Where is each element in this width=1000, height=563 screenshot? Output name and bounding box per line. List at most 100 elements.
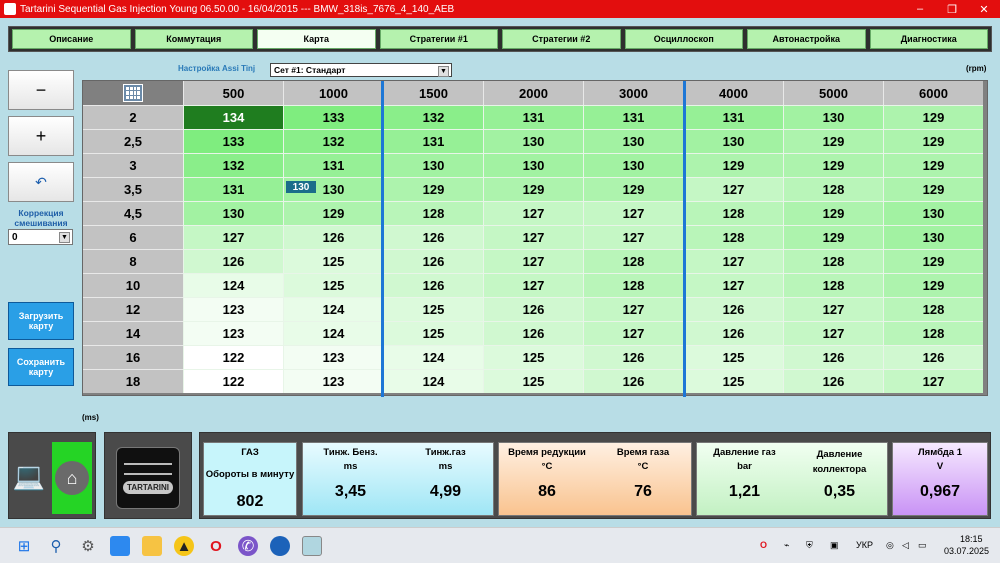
rpm-column-header[interactable]: 4000 (683, 81, 783, 105)
map-cell[interactable]: 127 (583, 201, 683, 225)
usb-tray-icon[interactable]: ⌁ (784, 540, 789, 551)
close-button[interactable]: ✕ (968, 0, 1000, 18)
undo-button[interactable]: ↶ (8, 162, 74, 202)
load-row-header[interactable]: 2 (83, 105, 183, 129)
laptop-connection-icon[interactable]: 💻 (11, 455, 47, 497)
map-cell[interactable]: 133 (183, 129, 283, 153)
rpm-column-header[interactable]: 5000 (783, 81, 883, 105)
map-cell[interactable]: 129 (883, 129, 983, 153)
photos-icon[interactable] (110, 536, 130, 556)
rpm-column-header[interactable]: 6000 (883, 81, 983, 105)
save-map-button[interactable]: Сохранить карту (8, 348, 74, 386)
map-cell[interactable]: 128 (383, 201, 483, 225)
map-cell[interactable]: 131 (683, 105, 783, 129)
map-cell[interactable]: 131 (283, 153, 383, 177)
map-cell[interactable]: 127 (483, 201, 583, 225)
load-row-header[interactable]: 16 (83, 345, 183, 369)
map-cell[interactable]: 124 (183, 273, 283, 297)
map-cell[interactable]: 129 (883, 105, 983, 129)
map-cell[interactable]: 127 (683, 273, 783, 297)
map-cell[interactable]: 126 (683, 297, 783, 321)
map-cell[interactable]: 127 (583, 321, 683, 345)
opera-tray-icon[interactable]: O (760, 540, 767, 550)
map-cell[interactable]: 130 (783, 105, 883, 129)
map-cell[interactable]: 126 (483, 321, 583, 345)
opera-icon[interactable]: O (206, 536, 226, 556)
map-cell[interactable]: 129 (883, 249, 983, 273)
map-cell[interactable]: 126 (783, 369, 883, 393)
map-cell[interactable]: 127 (483, 249, 583, 273)
map-cell[interactable]: 122 (183, 369, 283, 393)
map-cell[interactable]: 122 (183, 345, 283, 369)
map-cell[interactable]: 124 (383, 369, 483, 393)
map-cell[interactable]: 125 (383, 321, 483, 345)
map-cell[interactable]: 126 (583, 369, 683, 393)
map-cell[interactable]: 129 (783, 201, 883, 225)
map-cell[interactable]: 127 (683, 177, 783, 201)
load-row-header[interactable]: 12 (83, 297, 183, 321)
map-cell[interactable]: 126 (883, 345, 983, 369)
map-cell[interactable]: 125 (683, 369, 783, 393)
map-cell[interactable]: 124 (283, 321, 383, 345)
set-select[interactable]: Сет #1: Стандарт ▼ (270, 63, 452, 77)
map-cell[interactable]: 127 (883, 369, 983, 393)
rpm-column-header[interactable]: 3000 (583, 81, 683, 105)
map-cell[interactable]: 132 (183, 153, 283, 177)
load-row-header[interactable]: 4,5 (83, 201, 183, 225)
load-map-button[interactable]: Загрузить карту (8, 302, 74, 340)
map-cell[interactable]: 129 (483, 177, 583, 201)
map-cell[interactable]: 127 (583, 225, 683, 249)
map-cell[interactable]: 128 (883, 297, 983, 321)
search-icon[interactable]: ⚲ (46, 536, 66, 556)
map-cell[interactable]: 124 (283, 297, 383, 321)
map-cell[interactable]: 133 (283, 105, 383, 129)
tab-1[interactable]: Коммутация (134, 29, 253, 49)
map-cell[interactable]: 129 (883, 153, 983, 177)
map-cell[interactable]: 123 (183, 321, 283, 345)
volume-icon[interactable]: ◁ (902, 540, 909, 551)
map-cell[interactable]: 132 (383, 105, 483, 129)
load-row-header[interactable]: 6 (83, 225, 183, 249)
map-cell[interactable]: 128 (883, 321, 983, 345)
map-cell[interactable]: 125 (283, 249, 383, 273)
map-cell[interactable]: 131 (483, 105, 583, 129)
correction-select[interactable]: 0 ▼ (8, 229, 73, 245)
tab-2[interactable]: Карта (257, 29, 376, 49)
map-cell[interactable]: 134 (183, 105, 283, 129)
map-cell[interactable]: 127 (183, 225, 283, 249)
map-cell[interactable]: 130 (883, 201, 983, 225)
map-cell[interactable]: 125 (683, 345, 783, 369)
clock-date[interactable]: 03.07.2025 (944, 546, 989, 556)
tab-5[interactable]: Осциллоскоп (624, 29, 743, 49)
map-cell[interactable]: 126 (583, 345, 683, 369)
map-cell[interactable]: 129 (783, 129, 883, 153)
tartarini-app-icon[interactable] (302, 536, 322, 556)
map-cell[interactable]: 125 (383, 297, 483, 321)
map-cell[interactable]: 129 (683, 153, 783, 177)
load-row-header[interactable]: 18 (83, 369, 183, 393)
map-cell[interactable]: 127 (583, 297, 683, 321)
dropdown-arrow-icon[interactable]: ▼ (59, 232, 70, 243)
map-cell[interactable]: 129 (883, 273, 983, 297)
language-indicator[interactable]: УКР (856, 540, 873, 550)
battery-icon[interactable]: ▭ (918, 540, 927, 551)
map-cell[interactable]: 125 (483, 369, 583, 393)
rpm-column-header[interactable]: 1000 (283, 81, 383, 105)
bmw-app-icon[interactable] (270, 536, 290, 556)
map-cell[interactable]: 128 (683, 225, 783, 249)
wifi-icon[interactable]: ◎ (886, 540, 894, 551)
map-cell[interactable]: 123 (283, 345, 383, 369)
map-cell[interactable]: 126 (283, 225, 383, 249)
map-cell[interactable]: 127 (483, 273, 583, 297)
map-cell[interactable]: 127 (683, 249, 783, 273)
load-row-header[interactable]: 14 (83, 321, 183, 345)
map-cell[interactable]: 123 (283, 369, 383, 393)
decrease-button[interactable]: − (8, 70, 74, 110)
folder-icon[interactable] (142, 536, 162, 556)
load-row-header[interactable]: 2,5 (83, 129, 183, 153)
tab-7[interactable]: Диагностика (869, 29, 988, 49)
map-cell[interactable]: 128 (783, 273, 883, 297)
map-cell[interactable]: 132 (283, 129, 383, 153)
map-cell[interactable]: 129 (783, 153, 883, 177)
map-cell[interactable]: 129 (783, 225, 883, 249)
